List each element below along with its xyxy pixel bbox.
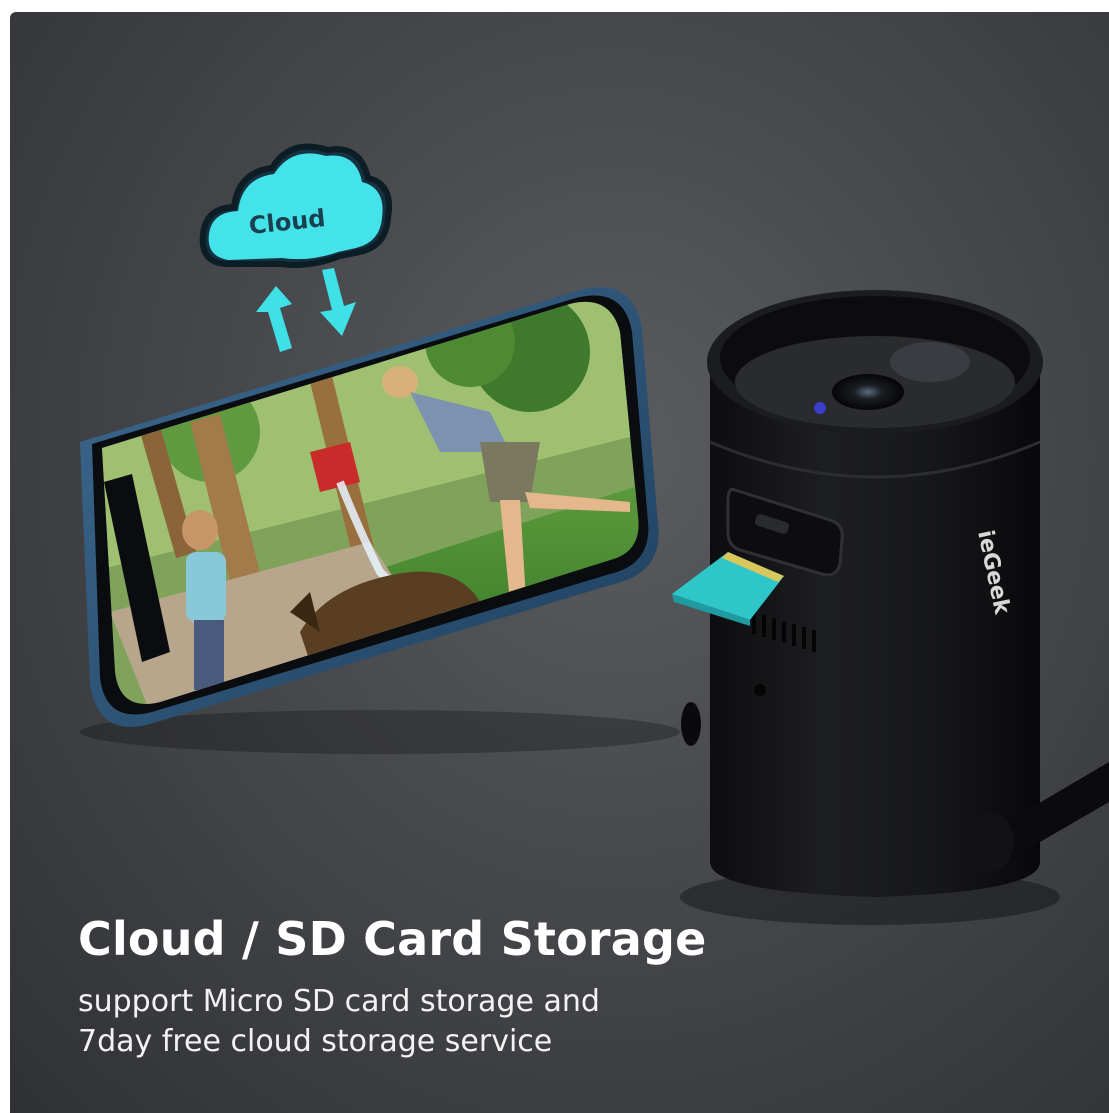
arrow-up-icon	[256, 286, 292, 352]
smartphone	[80, 287, 659, 727]
phone-screen-photo	[102, 301, 639, 704]
camera-lens	[832, 374, 904, 410]
product-banner: Cloud ieGeek Cloud / SD Card Storage sup…	[10, 12, 1109, 1113]
cloud-icon: Cloud	[199, 143, 392, 268]
description-line-1: support Micro SD card storage and	[78, 984, 600, 1019]
headline: Cloud / SD Card Storage	[78, 912, 707, 966]
description-line-2: 7day free cloud storage service	[78, 1024, 553, 1059]
arrow-down-icon	[320, 268, 356, 336]
